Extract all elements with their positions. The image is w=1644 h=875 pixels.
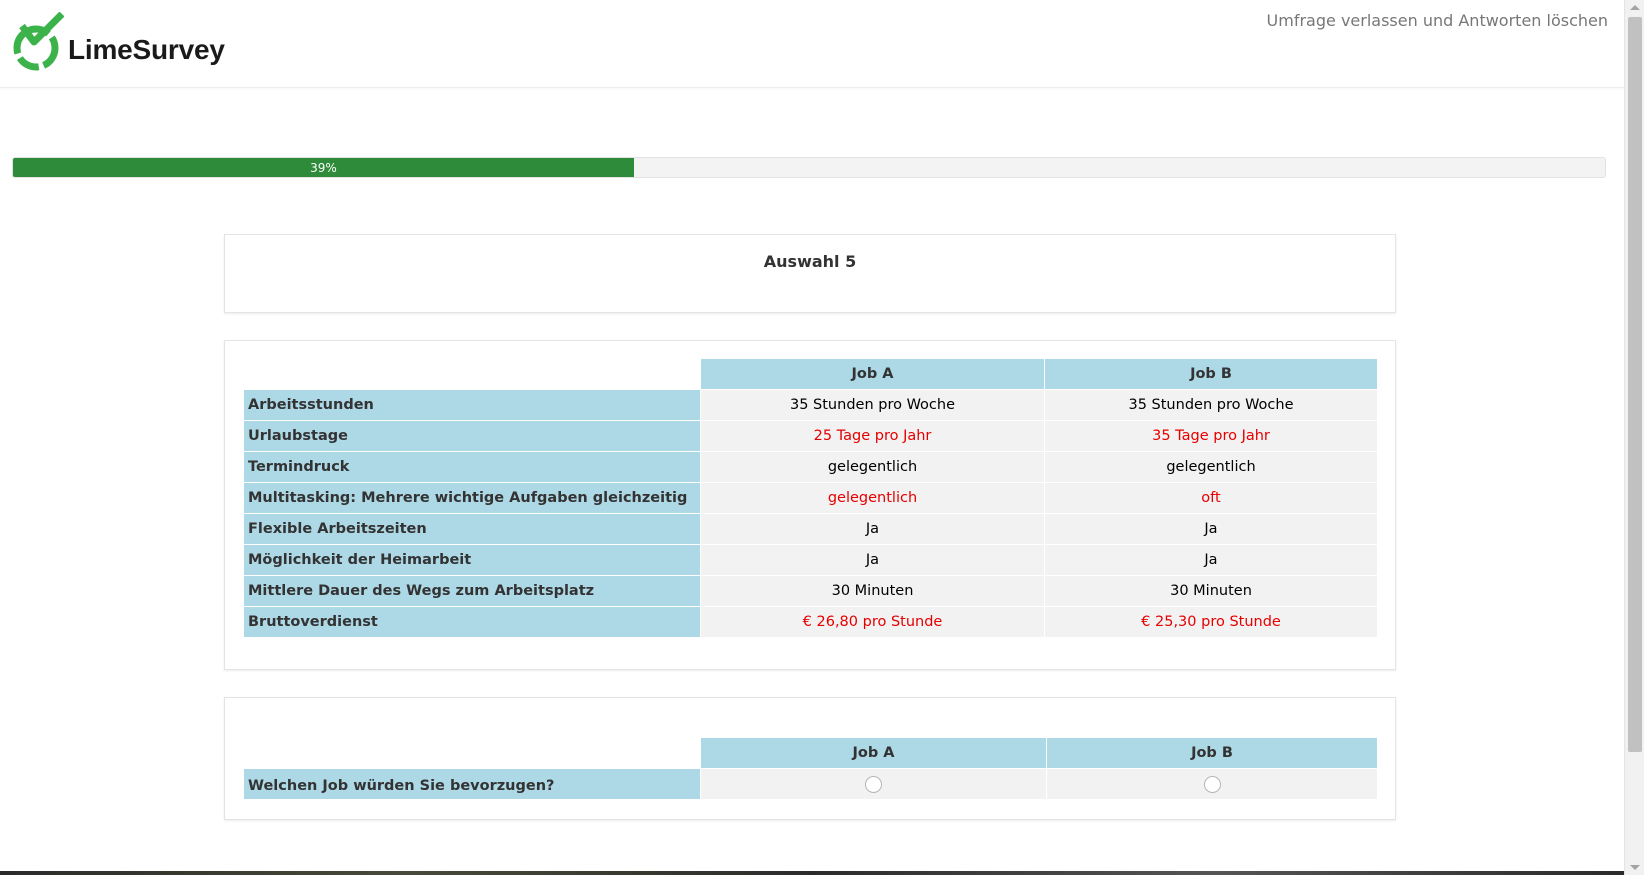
scroll-down-arrow-icon[interactable] <box>1630 865 1640 870</box>
job-a-value: Ja <box>700 544 1045 576</box>
question-text: Welchen Job würden Sie bevorzugen? <box>243 768 701 800</box>
comparison-row: Flexible Arbeitszeiten Ja Ja <box>243 513 1378 545</box>
comparison-row: Möglichkeit der Heimarbeit Ja Ja <box>243 544 1378 576</box>
answer-cell-job-b[interactable] <box>1046 768 1378 800</box>
attribute-label: Termindruck <box>243 451 701 483</box>
scrollbar-thumb[interactable] <box>1628 17 1642 752</box>
radio-job-b[interactable] <box>1203 775 1221 793</box>
job-b-value: Ja <box>1044 544 1378 576</box>
job-b-value: oft <box>1044 482 1378 514</box>
question-table: Job A Job B Welchen Job würden Sie bevor… <box>243 737 1378 800</box>
job-a-value: gelegentlich <box>700 451 1045 483</box>
limesurvey-logo-icon <box>13 12 64 71</box>
comparison-row: Termindruck gelegentlich gelegentlich <box>243 451 1378 483</box>
header-empty-cell <box>244 738 701 769</box>
comparison-row: Mittlere Dauer des Wegs zum Arbeitsplatz… <box>243 575 1378 607</box>
job-b-value: € 25,30 pro Stunde <box>1044 606 1378 638</box>
progress-bar-fill: 39% <box>13 158 634 177</box>
attribute-label: Multitasking: Mehrere wichtige Aufgaben … <box>243 482 701 514</box>
attribute-label: Urlaubstage <box>243 420 701 452</box>
job-b-value: gelegentlich <box>1044 451 1378 483</box>
header-empty-cell <box>244 359 701 390</box>
group-title: Auswahl 5 <box>763 252 857 271</box>
comparison-card: Job A Job B Arbeitsstunden 35 Stunden pro… <box>224 340 1396 670</box>
limesurvey-logo[interactable]: LimeSurvey <box>12 12 225 74</box>
job-a-value: gelegentlich <box>700 482 1045 514</box>
job-a-value: 35 Stunden pro Woche <box>700 389 1045 421</box>
job-a-value: Ja <box>700 513 1045 545</box>
column-header-job-a: Job A <box>700 358 1045 390</box>
job-b-value: 35 Tage pro Jahr <box>1044 420 1378 452</box>
job-b-value: 30 Minuten <box>1044 575 1378 607</box>
comparison-row: Bruttoverdienst € 26,80 pro Stunde € 25,30… <box>243 606 1378 638</box>
comparison-table: Job A Job B Arbeitsstunden 35 Stunden pro… <box>243 358 1378 638</box>
job-b-value: 35 Stunden pro Woche <box>1044 389 1378 421</box>
job-b-value: Ja <box>1044 513 1378 545</box>
question-header-row: Job A Job B <box>244 737 1378 769</box>
column-header-job-b: Job B <box>1046 737 1378 769</box>
attribute-label: Flexible Arbeitszeiten <box>243 513 701 545</box>
attribute-label: Möglichkeit der Heimarbeit <box>243 544 701 576</box>
scroll-up-arrow-icon[interactable] <box>1630 5 1640 10</box>
logo-text: LimeSurvey <box>68 34 225 65</box>
attribute-label: Bruttoverdienst <box>243 606 701 638</box>
column-header-job-a: Job A <box>700 737 1047 769</box>
comparison-row: Urlaubstage 25 Tage pro Jahr 35 Tage pro J… <box>243 420 1378 452</box>
question-card: Job A Job B Welchen Job würden Sie bevor… <box>224 697 1396 820</box>
attribute-label: Mittlere Dauer des Wegs zum Arbeitsplatz <box>243 575 701 607</box>
background-image-strip <box>0 871 1624 875</box>
question-row: Welchen Job würden Sie bevorzugen? <box>243 768 1378 800</box>
header: LimeSurvey Umfrage verlassen und Antwort… <box>0 0 1624 88</box>
answer-cell-job-a[interactable] <box>700 768 1047 800</box>
comparison-header-row: Job A Job B <box>244 358 1378 390</box>
comparison-row: Arbeitsstunden 35 Stunden pro Woche 35 Stu… <box>243 389 1378 421</box>
vertical-scrollbar[interactable] <box>1624 0 1644 875</box>
attribute-label: Arbeitsstunden <box>243 389 701 421</box>
comparison-row: Multitasking: Mehrere wichtige Aufgaben … <box>243 482 1378 514</box>
radio-job-a[interactable] <box>865 775 882 793</box>
column-header-job-b: Job B <box>1044 358 1378 390</box>
group-title-card: Auswahl 5 <box>224 234 1396 313</box>
job-a-value: 30 Minuten <box>700 575 1045 607</box>
job-a-value: € 26,80 pro Stunde <box>700 606 1045 638</box>
progress-bar: 39% <box>12 157 1606 178</box>
exit-survey-link[interactable]: Umfrage verlassen und Antworten löschen <box>1267 11 1608 30</box>
job-a-value: 25 Tage pro Jahr <box>700 420 1045 452</box>
